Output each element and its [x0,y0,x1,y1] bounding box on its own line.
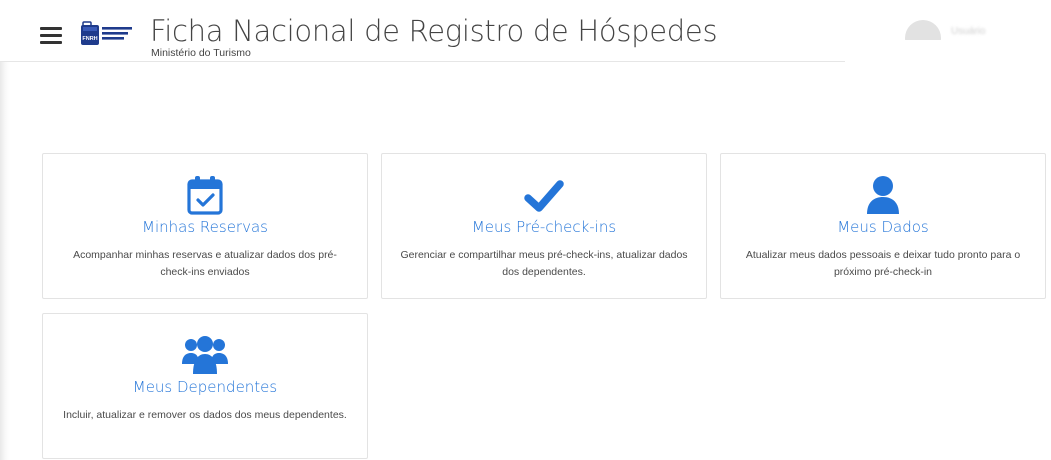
card-title: Minhas Reservas [142,218,268,236]
app-subtitle: Ministério do Turismo [151,47,251,59]
card-description: Acompanhar minhas reservas e atualizar d… [73,249,337,278]
fnrh-logo: FNRH [80,21,138,47]
user-name[interactable]: Usuário [951,26,985,37]
header-divider [0,61,845,62]
user-menu[interactable]: Usuário [905,20,1051,40]
card-description: Incluir, atualizar e remover os dados do… [63,409,347,421]
users-icon [43,334,367,376]
card-description: Gerenciar e compartilhar meus pré-check-… [400,249,688,278]
card-title: Meus Dados [837,218,929,236]
calendar-check-icon [43,174,367,216]
user-icon [721,174,1045,216]
card-meus-pre-check-ins[interactable]: Meus Pré-check-ins Gerenciar e compartil… [381,153,707,299]
hamburger-menu-icon[interactable] [40,27,62,45]
card-title: Meus Dependentes [132,378,278,396]
app-title: Ficha Nacional de Registro de Hóspedes [150,14,718,48]
card-meus-dependentes[interactable]: Meus Dependentes Incluir, atualizar e re… [42,313,368,459]
card-description: Atualizar meus dados pessoais e deixar t… [745,249,1021,278]
card-title: Meus Pré-check-ins [471,218,617,236]
check-icon [382,174,706,216]
logo-badge-text: FNRH [82,36,97,42]
page-edge-shadow [0,0,10,460]
card-minhas-reservas[interactable]: Minhas Reservas Acompanhar minhas reserv… [42,153,368,299]
top-app-bar: FNRH Ficha Nacional de Registro de Hóspe… [0,0,1051,62]
card-meus-dados[interactable]: Meus Dados Atualizar meus dados pessoais… [720,153,1046,299]
user-avatar[interactable] [905,20,941,40]
